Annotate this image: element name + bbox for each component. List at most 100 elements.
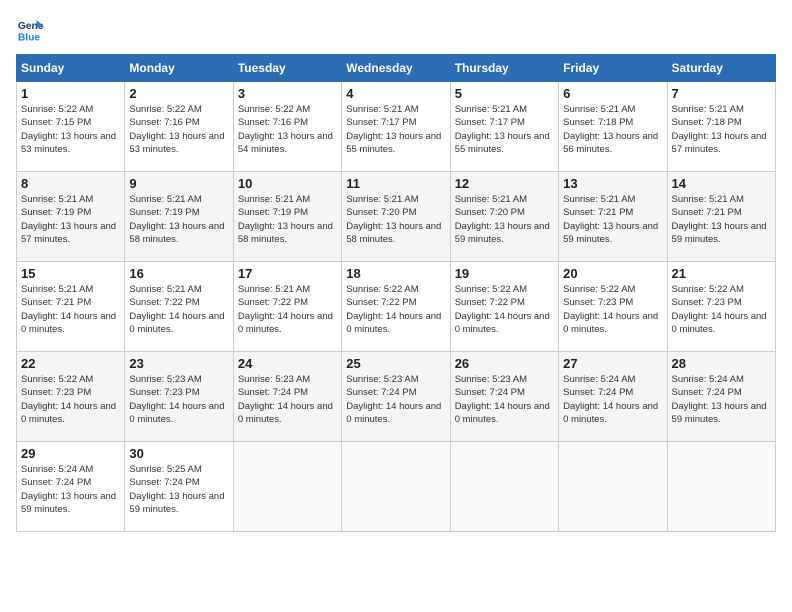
calendar-cell: 7 Sunrise: 5:21 AMSunset: 7:18 PMDaylight… [667,82,775,172]
day-info: Sunrise: 5:23 AMSunset: 7:24 PMDaylight:… [346,373,445,426]
day-number: 4 [346,86,445,101]
calendar-cell: 10 Sunrise: 5:21 AMSunset: 7:19 PMDayligh… [233,172,341,262]
logo-icon: General Blue [16,16,44,44]
day-info: Sunrise: 5:22 AMSunset: 7:23 PMDaylight:… [672,283,771,336]
day-number: 7 [672,86,771,101]
day-info: Sunrise: 5:23 AMSunset: 7:24 PMDaylight:… [455,373,554,426]
day-number: 21 [672,266,771,281]
calendar-cell: 6 Sunrise: 5:21 AMSunset: 7:18 PMDaylight… [559,82,667,172]
day-info: Sunrise: 5:21 AMSunset: 7:22 PMDaylight:… [129,283,228,336]
day-info: Sunrise: 5:21 AMSunset: 7:18 PMDaylight:… [672,103,771,156]
day-info: Sunrise: 5:22 AMSunset: 7:22 PMDaylight:… [346,283,445,336]
header-thursday: Thursday [450,55,558,82]
day-number: 19 [455,266,554,281]
calendar-table: SundayMondayTuesdayWednesdayThursdayFrid… [16,54,776,532]
day-info: Sunrise: 5:21 AMSunset: 7:18 PMDaylight:… [563,103,662,156]
day-info: Sunrise: 5:21 AMSunset: 7:17 PMDaylight:… [346,103,445,156]
day-number: 10 [238,176,337,191]
week-row-4: 22 Sunrise: 5:22 AMSunset: 7:23 PMDayligh… [17,352,776,442]
day-number: 15 [21,266,120,281]
day-info: Sunrise: 5:21 AMSunset: 7:20 PMDaylight:… [346,193,445,246]
day-number: 14 [672,176,771,191]
calendar-cell [559,442,667,532]
calendar-cell: 20 Sunrise: 5:22 AMSunset: 7:23 PMDayligh… [559,262,667,352]
day-number: 13 [563,176,662,191]
day-info: Sunrise: 5:22 AMSunset: 7:16 PMDaylight:… [238,103,337,156]
day-info: Sunrise: 5:21 AMSunset: 7:21 PMDaylight:… [672,193,771,246]
calendar-cell: 24 Sunrise: 5:23 AMSunset: 7:24 PMDayligh… [233,352,341,442]
day-number: 3 [238,86,337,101]
day-info: Sunrise: 5:21 AMSunset: 7:20 PMDaylight:… [455,193,554,246]
day-number: 29 [21,446,120,461]
calendar-cell: 11 Sunrise: 5:21 AMSunset: 7:20 PMDayligh… [342,172,450,262]
day-info: Sunrise: 5:21 AMSunset: 7:19 PMDaylight:… [129,193,228,246]
calendar-cell: 2 Sunrise: 5:22 AMSunset: 7:16 PMDaylight… [125,82,233,172]
day-number: 30 [129,446,228,461]
calendar-cell [233,442,341,532]
calendar-cell: 25Sunrise: 5:23 AMSunset: 7:24 PMDayligh… [342,352,450,442]
calendar-cell: 21 Sunrise: 5:22 AMSunset: 7:23 PMDayligh… [667,262,775,352]
day-number: 17 [238,266,337,281]
day-number: 16 [129,266,228,281]
day-number: 27 [563,356,662,371]
svg-text:Blue: Blue [18,32,41,43]
day-number: 20 [563,266,662,281]
calendar-cell: 13 Sunrise: 5:21 AMSunset: 7:21 PMDayligh… [559,172,667,262]
day-number: 23 [129,356,228,371]
day-number: 6 [563,86,662,101]
calendar-cell: 19 Sunrise: 5:22 AMSunset: 7:22 PMDayligh… [450,262,558,352]
day-number: 28 [672,356,771,371]
day-info: Sunrise: 5:22 AMSunset: 7:22 PMDaylight:… [455,283,554,336]
day-info: Sunrise: 5:22 AMSunset: 7:15 PMDaylight:… [21,103,120,156]
day-info: Sunrise: 5:24 AMSunset: 7:24 PMDaylight:… [563,373,662,426]
calendar-cell [667,442,775,532]
day-info: Sunrise: 5:21 AMSunset: 7:17 PMDaylight:… [455,103,554,156]
calendar-cell: 9 Sunrise: 5:21 AMSunset: 7:19 PMDaylight… [125,172,233,262]
day-info: Sunrise: 5:21 AMSunset: 7:21 PMDaylight:… [563,193,662,246]
day-info: Sunrise: 5:21 AMSunset: 7:19 PMDaylight:… [21,193,120,246]
day-number: 2 [129,86,228,101]
day-number: 12 [455,176,554,191]
calendar-cell: 26Sunrise: 5:23 AMSunset: 7:24 PMDayligh… [450,352,558,442]
calendar-cell: 3 Sunrise: 5:22 AMSunset: 7:16 PMDaylight… [233,82,341,172]
day-number: 24 [238,356,337,371]
calendar-cell: 14 Sunrise: 5:21 AMSunset: 7:21 PMDayligh… [667,172,775,262]
day-info: Sunrise: 5:24 AMSunset: 7:24 PMDaylight:… [21,463,120,516]
day-info: Sunrise: 5:21 AMSunset: 7:22 PMDaylight:… [238,283,337,336]
day-info: Sunrise: 5:25 AMSunset: 7:24 PMDaylight:… [129,463,228,516]
header-tuesday: Tuesday [233,55,341,82]
day-number: 18 [346,266,445,281]
week-row-2: 8Sunrise: 5:21 AMSunset: 7:19 PMDaylight… [17,172,776,262]
day-info: Sunrise: 5:23 AMSunset: 7:23 PMDaylight:… [129,373,228,426]
calendar-cell: 4 Sunrise: 5:21 AMSunset: 7:17 PMDaylight… [342,82,450,172]
day-number: 1 [21,86,120,101]
day-info: Sunrise: 5:21 AMSunset: 7:19 PMDaylight:… [238,193,337,246]
header-saturday: Saturday [667,55,775,82]
week-row-1: 1 Sunrise: 5:22 AMSunset: 7:15 PMDaylight… [17,82,776,172]
day-number: 22 [21,356,120,371]
week-row-3: 15 Sunrise: 5:21 AMSunset: 7:21 PMDayligh… [17,262,776,352]
calendar-cell: 17 Sunrise: 5:21 AMSunset: 7:22 PMDayligh… [233,262,341,352]
day-info: Sunrise: 5:22 AMSunset: 7:16 PMDaylight:… [129,103,228,156]
calendar-cell: 23 Sunrise: 5:23 AMSunset: 7:23 PMDayligh… [125,352,233,442]
day-info: Sunrise: 5:23 AMSunset: 7:24 PMDaylight:… [238,373,337,426]
day-info: Sunrise: 5:22 AMSunset: 7:23 PMDaylight:… [21,373,120,426]
calendar-cell: 27 Sunrise: 5:24 AMSunset: 7:24 PMDayligh… [559,352,667,442]
calendar-cell: 22 Sunrise: 5:22 AMSunset: 7:23 PMDayligh… [17,352,125,442]
calendar-cell: 28Sunrise: 5:24 AMSunset: 7:24 PMDayligh… [667,352,775,442]
calendar-cell: 18 Sunrise: 5:22 AMSunset: 7:22 PMDayligh… [342,262,450,352]
day-number: 11 [346,176,445,191]
calendar-cell: 8Sunrise: 5:21 AMSunset: 7:19 PMDaylight… [17,172,125,262]
day-info: Sunrise: 5:21 AMSunset: 7:21 PMDaylight:… [21,283,120,336]
header-friday: Friday [559,55,667,82]
calendar-cell: 15 Sunrise: 5:21 AMSunset: 7:21 PMDayligh… [17,262,125,352]
week-row-5: 29 Sunrise: 5:24 AMSunset: 7:24 PMDayligh… [17,442,776,532]
header-sunday: Sunday [17,55,125,82]
calendar-cell: 5Sunrise: 5:21 AMSunset: 7:17 PMDaylight… [450,82,558,172]
calendar-cell: 30 Sunrise: 5:25 AMSunset: 7:24 PMDayligh… [125,442,233,532]
calendar-cell: 1 Sunrise: 5:22 AMSunset: 7:15 PMDaylight… [17,82,125,172]
header-wednesday: Wednesday [342,55,450,82]
day-number: 9 [129,176,228,191]
calendar-cell [450,442,558,532]
day-info: Sunrise: 5:22 AMSunset: 7:23 PMDaylight:… [563,283,662,336]
